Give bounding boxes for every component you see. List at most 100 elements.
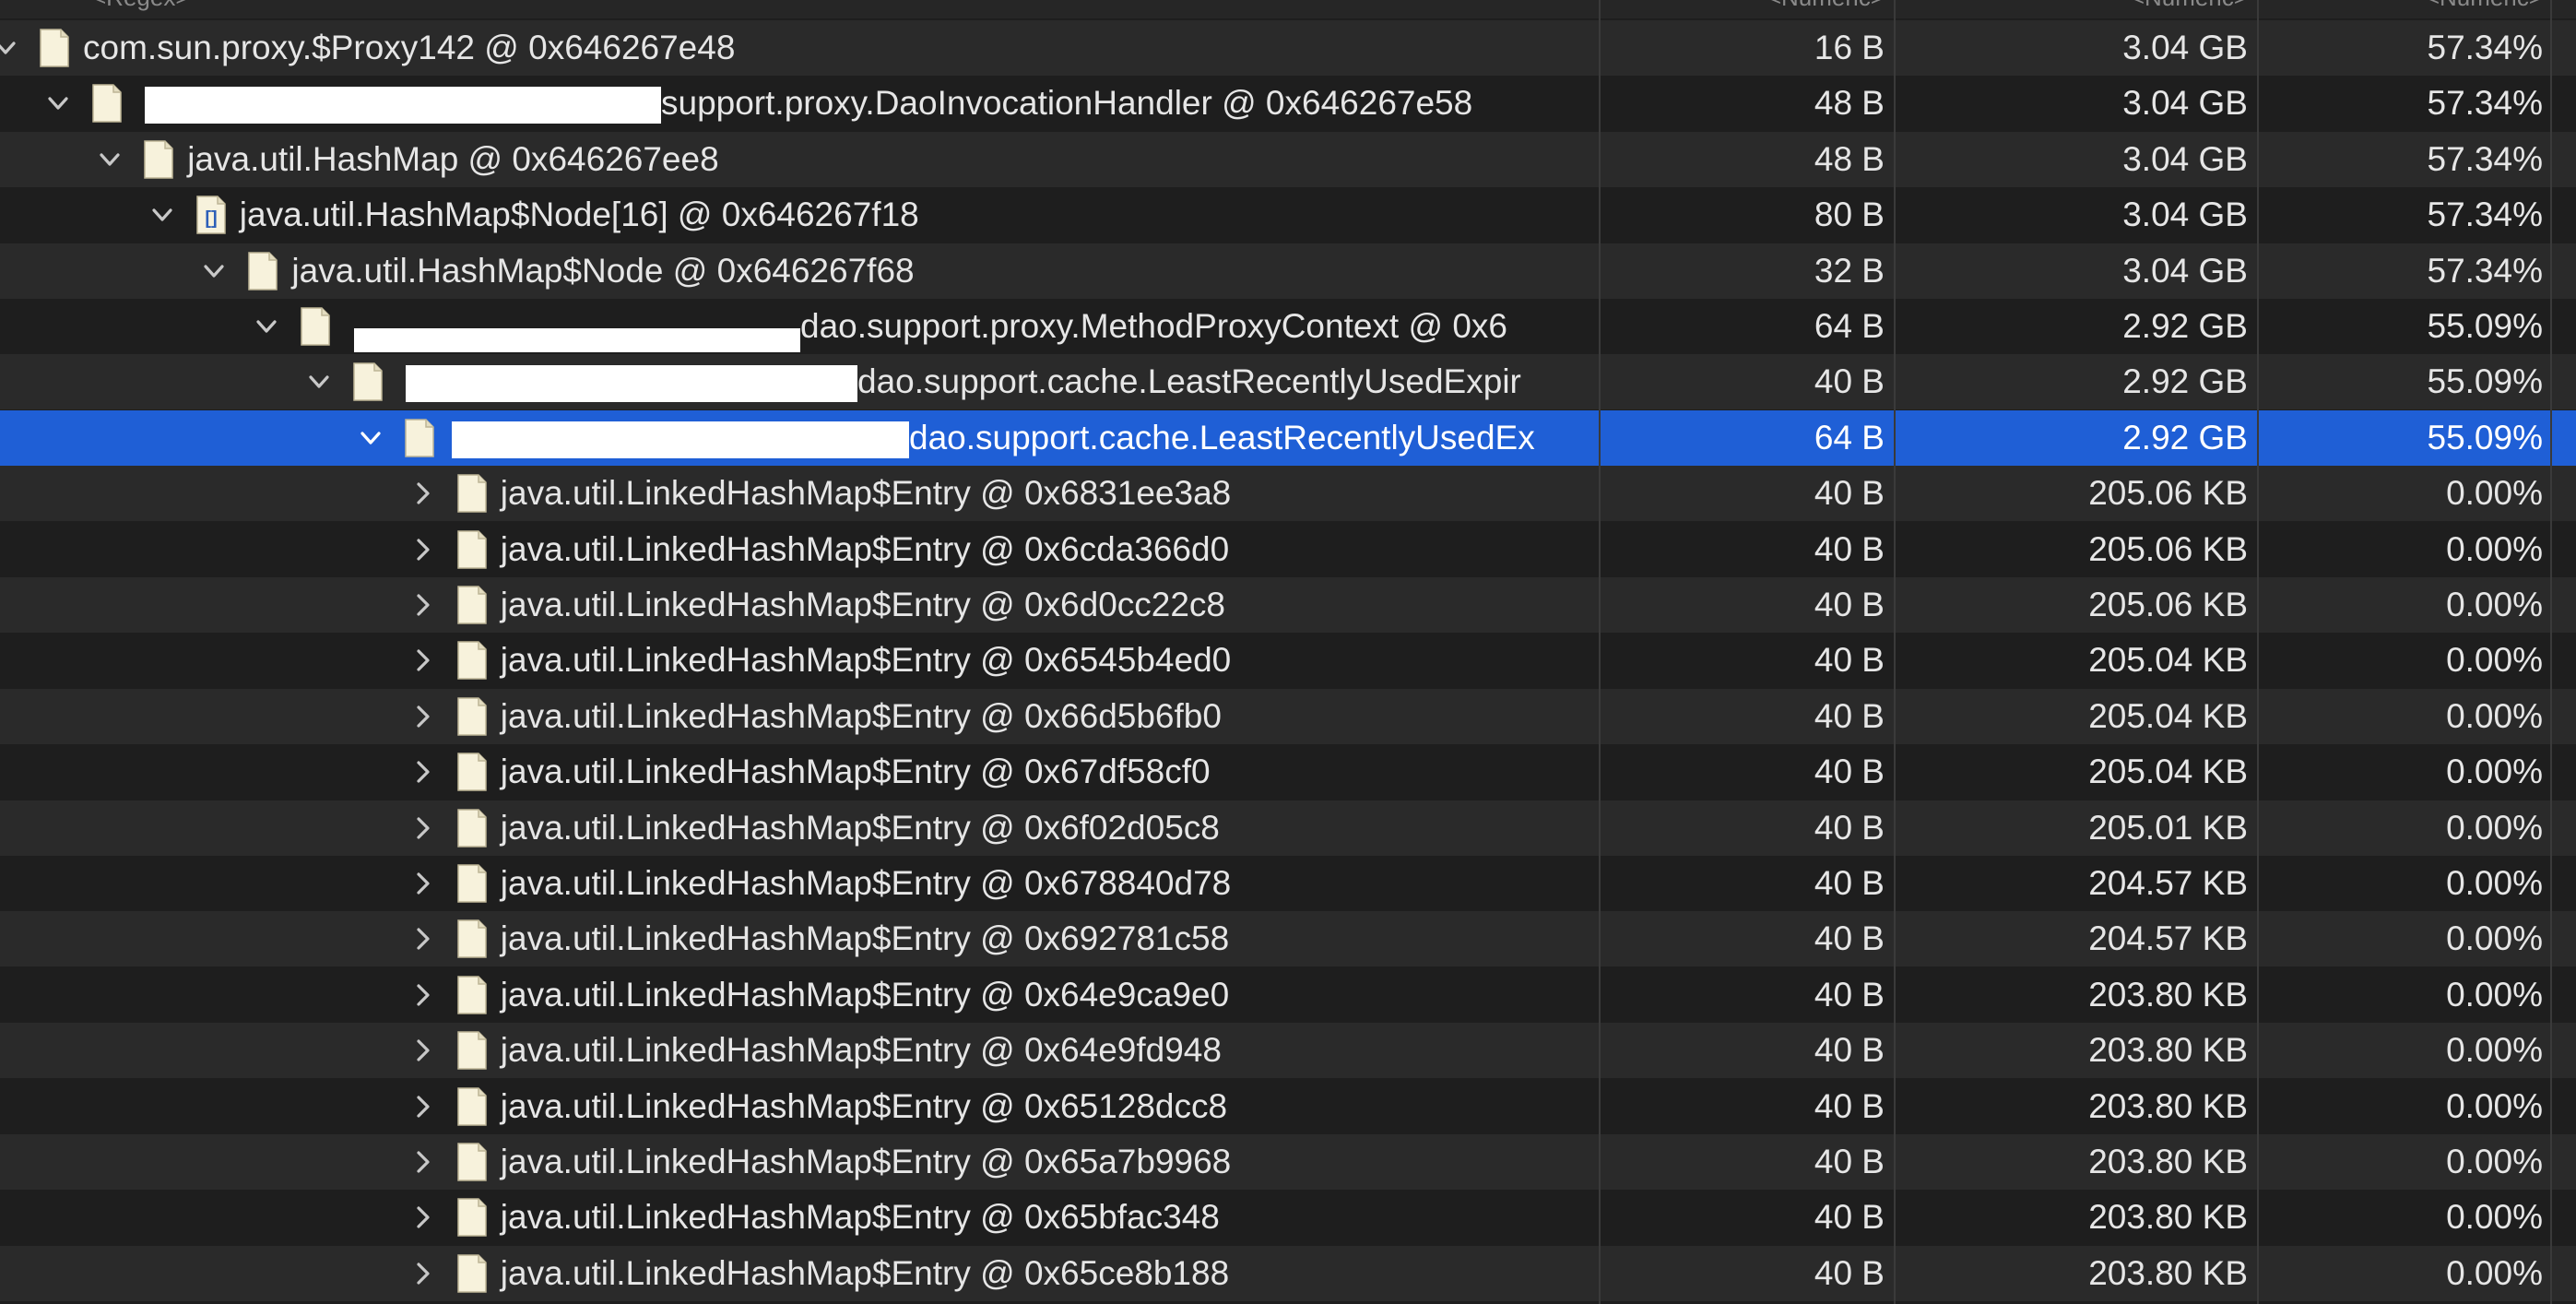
chevron-right-icon[interactable]: [405, 800, 442, 856]
tree-row[interactable]: java.util.HashMap$Node @ 0x646267f68 32 B…: [0, 243, 2576, 299]
object-name-cell: dao.support.cache.LeastRecentlyUsedEx: [0, 410, 1599, 466]
retained-heap-cell: 203.80 KB: [2088, 1086, 2248, 1125]
file-icon: [456, 529, 488, 570]
object-name-cell: java.util.LinkedHashMap$Entry @ 0x678840…: [0, 856, 1599, 911]
retained-heap-cell: 3.04 GB: [2122, 251, 2248, 290]
percentage-cell: 0.00%: [2446, 586, 2543, 623]
chevron-down-icon[interactable]: [352, 410, 389, 466]
tree-row[interactable]: java.util.LinkedHashMap$Entry @ 0x65ce8b…: [0, 1245, 2576, 1301]
percentage-cell: 55.09%: [2427, 362, 2544, 401]
percentage-cell: 0.00%: [2446, 1198, 2543, 1237]
shallow-heap-header[interactable]: <Numeric>: [1602, 0, 1885, 18]
chevron-right-icon[interactable]: [405, 689, 442, 744]
tree-row[interactable]: dao.support.cache.LeastRecentlyUsedEx 64 …: [0, 409, 2576, 466]
tree-row[interactable]: java.util.LinkedHashMap$Entry @ 0x65bfac…: [0, 1190, 2576, 1246]
tree-row[interactable]: java.util.LinkedHashMap$Entry @ 0x65a7b9…: [0, 1134, 2576, 1190]
shallow-heap-cell: 40 B: [1814, 696, 1885, 735]
percentage-cell: 55.09%: [2427, 418, 2544, 456]
chevron-right-icon[interactable]: [405, 522, 442, 577]
object-name-label: java.util.LinkedHashMap$Entry @ 0x64e9ca…: [500, 975, 1230, 1014]
tree-row[interactable]: java.util.LinkedHashMap$Entry @ 0x65128d…: [0, 1078, 2576, 1134]
file-icon: [456, 473, 488, 514]
retained-heap-cell: 205.04 KB: [2088, 753, 2248, 791]
tree-row[interactable]: java.util.HashMap @ 0x646267ee8 48 B 3.04 …: [0, 131, 2576, 187]
redaction-box: [452, 421, 909, 458]
retained-heap-cell: 203.80 KB: [2088, 1198, 2248, 1237]
chevron-right-icon[interactable]: [405, 911, 442, 966]
tree-row[interactable]: java.util.LinkedHashMap$Entry @ 0x6545b4…: [0, 633, 2576, 689]
chevron-right-icon[interactable]: [405, 577, 442, 633]
tree-row[interactable]: java.util.LinkedHashMap$Entry @ 0x692781…: [0, 911, 2576, 967]
column-divider[interactable]: [1894, 0, 1896, 1304]
file-icon: [456, 919, 488, 959]
percentage-cell: 0.00%: [2446, 1253, 2543, 1292]
object-tree-table: <Regex> <Numeric> <Numeric> <Numeric> co…: [0, 0, 2576, 1304]
name-filter-header[interactable]: <Regex>: [92, 0, 461, 18]
file-icon: [404, 418, 435, 458]
shallow-heap-cell: 40 B: [1814, 975, 1885, 1014]
tree-row[interactable]: java.util.LinkedHashMap$Entry @ 0x6d0cc2…: [0, 577, 2576, 633]
chevron-right-icon[interactable]: [405, 1246, 442, 1301]
chevron-down-icon[interactable]: [248, 299, 285, 354]
tree-row[interactable]: dao.support.proxy.MethodProxyContext @ 0…: [0, 299, 2576, 354]
percentage-cell: 0.00%: [2446, 1143, 2543, 1180]
retained-heap-cell: 205.04 KB: [2088, 696, 2248, 735]
tree-row[interactable]: java.util.LinkedHashMap$Entry @ 0x6cda36…: [0, 521, 2576, 577]
chevron-right-icon[interactable]: [405, 1134, 442, 1190]
column-divider[interactable]: [2257, 0, 2259, 1304]
tree-row[interactable]: dao.support.cache.LeastRecentlyUsedExpir…: [0, 354, 2576, 410]
retained-heap-cell: 203.80 KB: [2088, 975, 2248, 1014]
tree-row[interactable]: java.util.LinkedHashMap$Entry @ 0x66d5b6…: [0, 688, 2576, 744]
chevron-right-icon[interactable]: [405, 633, 442, 688]
tree-row[interactable]: java.util.LinkedHashMap$Entry @ 0x6831ee…: [0, 466, 2576, 522]
object-name-label: java.util.LinkedHashMap$Entry @ 0x6cda36…: [500, 529, 1230, 568]
tree-row[interactable]: java.util.LinkedHashMap$Entry @ 0x6f02d0…: [0, 800, 2576, 856]
chevron-down-icon[interactable]: [144, 187, 181, 243]
chevron-right-icon[interactable]: [405, 1023, 442, 1078]
file-icon: [456, 696, 488, 737]
retained-heap-cell: 205.06 KB: [2088, 474, 2248, 513]
retained-heap-header[interactable]: <Numeric>: [1897, 0, 2248, 18]
object-name-label: java.util.LinkedHashMap$Entry @ 0x6545b4…: [500, 641, 1232, 680]
chevron-right-icon[interactable]: [405, 967, 442, 1023]
retained-heap-cell: 203.80 KB: [2088, 1031, 2248, 1070]
tree-row[interactable]: java.util.LinkedHashMap$Entry @ 0x678840…: [0, 856, 2576, 911]
column-divider[interactable]: [2550, 0, 2552, 1304]
chevron-down-icon[interactable]: [40, 76, 77, 131]
shallow-heap-cell: 40 B: [1814, 1031, 1885, 1070]
percentage-cell: 0.00%: [2446, 529, 2543, 568]
shallow-heap-cell: 40 B: [1814, 919, 1885, 958]
file-icon: [91, 83, 123, 124]
retained-heap-cell: 3.04 GB: [2122, 29, 2248, 66]
chevron-down-icon[interactable]: [0, 20, 24, 76]
object-name-cell: java.util.LinkedHashMap$Entry @ 0x6f02d0…: [0, 800, 1599, 856]
chevron-down-icon[interactable]: [301, 354, 337, 409]
chevron-right-icon[interactable]: [405, 466, 442, 521]
percentage-cell: 0.00%: [2446, 1086, 2543, 1125]
chevron-right-icon[interactable]: [405, 1079, 442, 1134]
chevron-right-icon[interactable]: [405, 744, 442, 800]
tree-row[interactable]: [] java.util.HashMap$Node[16] @ 0x646267f…: [0, 187, 2576, 243]
chevron-right-icon[interactable]: [405, 856, 442, 911]
percentage-cell: 57.34%: [2427, 251, 2544, 290]
chevron-down-icon[interactable]: [195, 243, 232, 299]
object-name-label: dao.support.cache.LeastRecentlyUsedEx: [909, 418, 1535, 456]
shallow-heap-cell: 64 B: [1814, 418, 1885, 456]
object-name-cell: java.util.LinkedHashMap$Entry @ 0x65128d…: [0, 1079, 1599, 1134]
tree-row[interactable]: support.proxy.DaoInvocationHandler @ 0x6…: [0, 76, 2576, 132]
file-icon: [456, 808, 488, 848]
shallow-heap-cell: 40 B: [1814, 586, 1885, 623]
percentage-cell: 57.34%: [2427, 84, 2544, 123]
tree-row[interactable]: com.sun.proxy.$Proxy142 @ 0x646267e48 16 …: [0, 20, 2576, 76]
object-name-cell: dao.support.cache.LeastRecentlyUsedExpir: [0, 354, 1599, 409]
tree-row[interactable]: java.util.LinkedHashMap$Entry @ 0x64e9ca…: [0, 966, 2576, 1023]
shallow-heap-cell: 48 B: [1814, 139, 1885, 178]
column-divider[interactable]: [1599, 0, 1601, 1304]
tree-row[interactable]: java.util.LinkedHashMap$Entry @ 0x67df58…: [0, 744, 2576, 800]
tree-row[interactable]: java.util.LinkedHashMap$Entry @ 0x64e9fd…: [0, 1023, 2576, 1079]
chevron-down-icon[interactable]: [91, 132, 128, 187]
svg-text:[]: []: [205, 208, 217, 229]
percentage-header[interactable]: <Numeric>: [2261, 0, 2543, 18]
retained-heap-cell: 2.92 GB: [2122, 307, 2248, 345]
chevron-right-icon[interactable]: [405, 1190, 442, 1245]
